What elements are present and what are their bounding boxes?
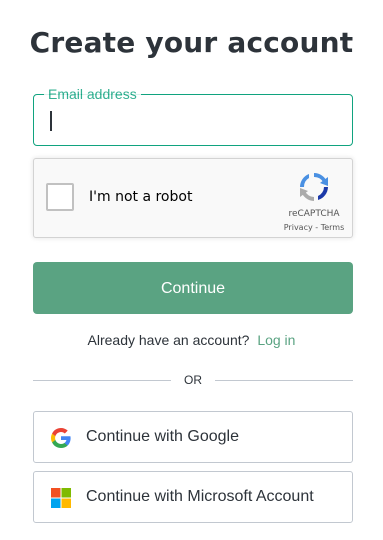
continue-with-google-label: Continue with Google bbox=[86, 428, 239, 445]
recaptcha-brand: reCAPTCHA bbox=[288, 209, 340, 219]
email-field-container[interactable]: Email address bbox=[33, 85, 353, 146]
email-field[interactable] bbox=[35, 96, 350, 144]
recaptcha-checkbox[interactable] bbox=[46, 183, 74, 211]
google-icon bbox=[51, 428, 71, 448]
recaptcha-logo-icon bbox=[300, 173, 328, 201]
login-link[interactable]: Log in bbox=[257, 332, 295, 348]
recaptcha-label: I'm not a robot bbox=[89, 189, 193, 205]
divider-or-text: OR bbox=[184, 373, 202, 387]
text-caret bbox=[50, 111, 52, 131]
continue-with-google-button[interactable]: Continue with Google bbox=[33, 411, 353, 463]
recaptcha-privacy-terms-link[interactable]: Privacy - Terms bbox=[274, 223, 354, 232]
recaptcha-widget: I'm not a robot reCAPTCHA Privacy - Term… bbox=[33, 158, 353, 238]
divider-line-right bbox=[215, 380, 353, 381]
continue-with-microsoft-button[interactable]: Continue with Microsoft Account bbox=[33, 471, 353, 523]
login-prompt: Already have an account? Log in bbox=[0, 332, 383, 348]
microsoft-icon bbox=[51, 488, 71, 508]
continue-with-microsoft-label: Continue with Microsoft Account bbox=[86, 488, 314, 505]
continue-button[interactable]: Continue bbox=[33, 262, 353, 314]
login-prompt-text: Already have an account? bbox=[87, 332, 250, 348]
divider-line-left bbox=[33, 380, 171, 381]
page-title: Create your account bbox=[29, 26, 354, 59]
